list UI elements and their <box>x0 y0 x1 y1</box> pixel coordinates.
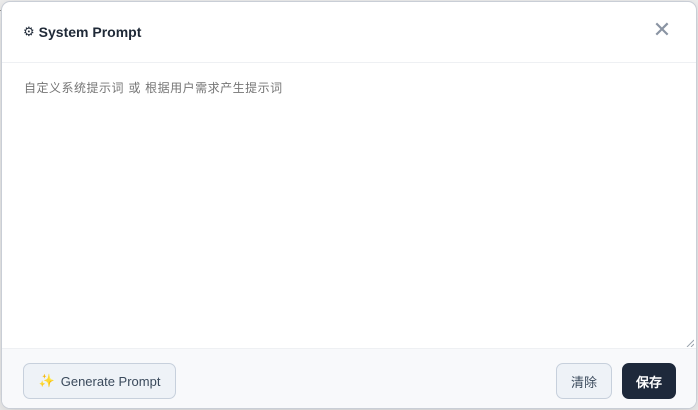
save-label: 保存 <box>635 374 662 390</box>
dialog-title-group: ⚙ System Prompt <box>23 24 141 40</box>
system-prompt-textarea[interactable] <box>2 64 696 348</box>
dialog-title: System Prompt <box>38 24 142 40</box>
dialog-body <box>2 64 696 348</box>
close-button[interactable]: ✕ <box>652 17 672 42</box>
sparkle-icon: ✨ <box>38 373 55 388</box>
generate-prompt-label: Generate Prompt <box>60 373 161 389</box>
clear-label: 清除 <box>570 374 597 390</box>
dialog-footer: ✨ Generate Prompt 清除 保存 <box>2 348 696 408</box>
save-button[interactable]: 保存 <box>622 363 676 399</box>
gear-icon: ⚙ <box>23 24 35 39</box>
clear-button[interactable]: 清除 <box>556 363 612 399</box>
generate-prompt-button[interactable]: ✨ Generate Prompt <box>23 363 176 399</box>
close-icon: ✕ <box>652 17 672 42</box>
resize-handle-icon[interactable] <box>686 339 694 347</box>
system-prompt-dialog: ⚙ System Prompt ✕ ✨ Generate Prompt 清除 保… <box>1 1 697 409</box>
dialog-header: ⚙ System Prompt ✕ <box>2 2 696 63</box>
